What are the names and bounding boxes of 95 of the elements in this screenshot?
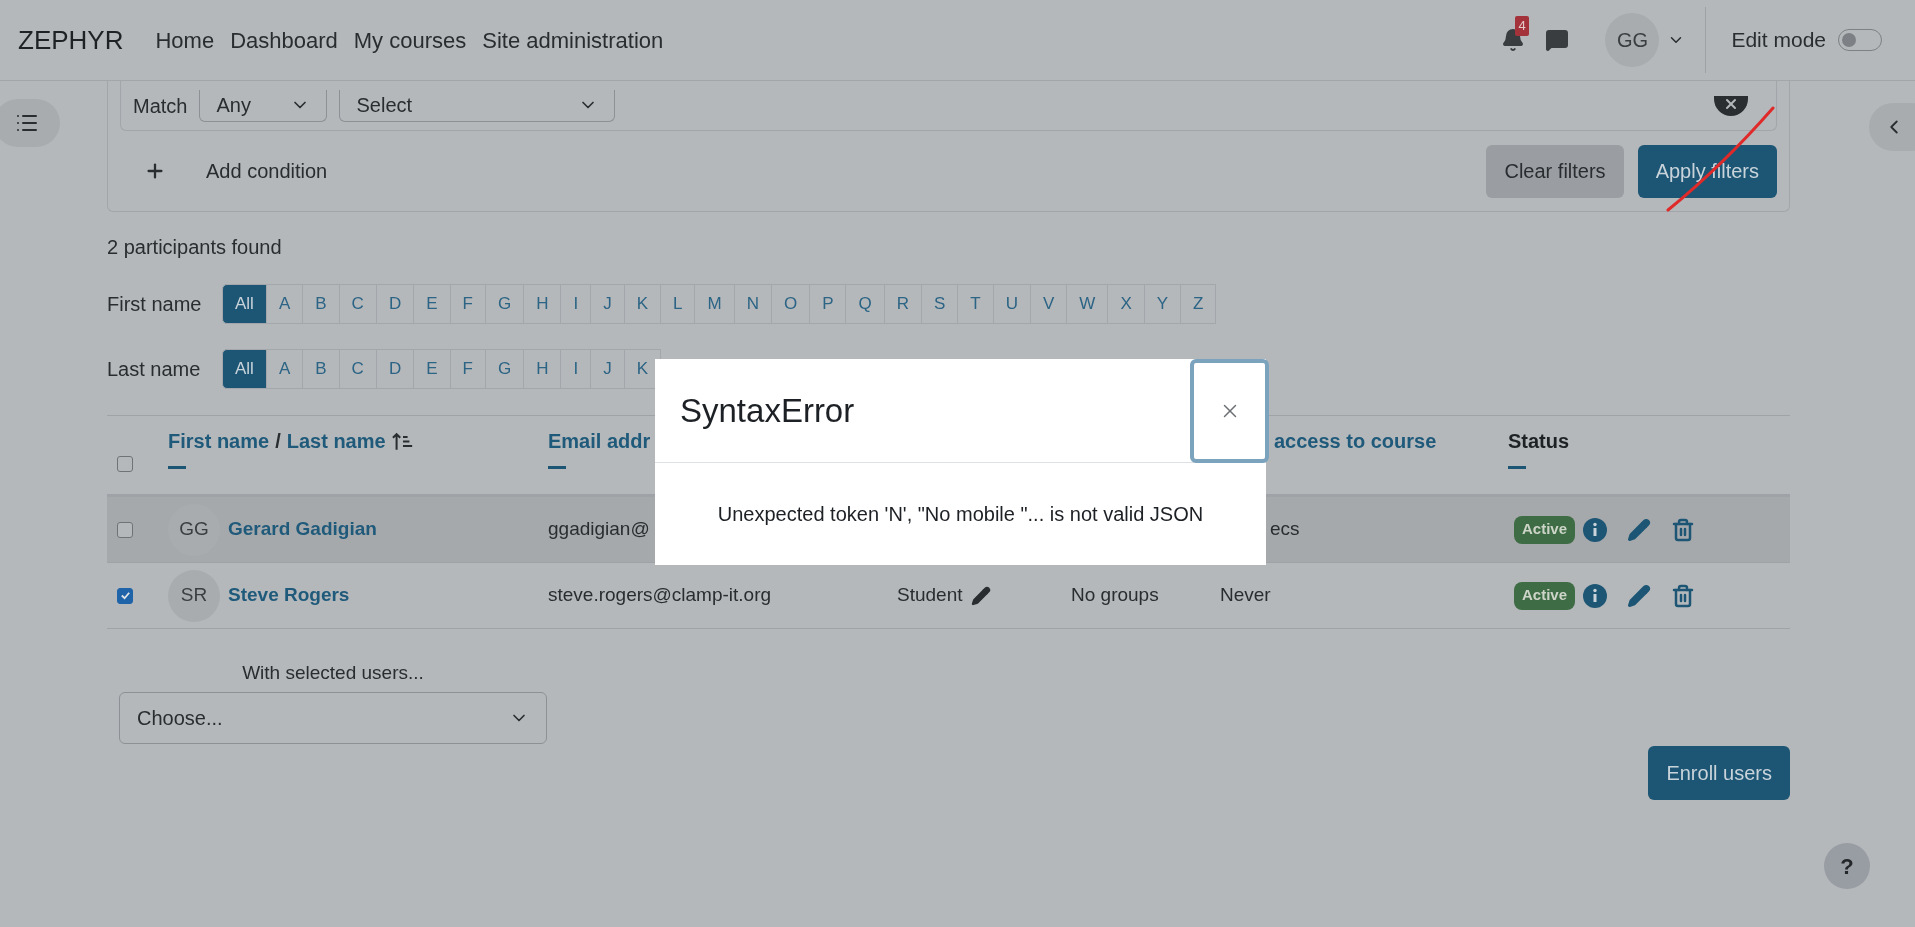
bulk-action-select[interactable]: Choose...: [119, 691, 547, 744]
letter-filter[interactable]: N: [733, 284, 772, 324]
nav-link[interactable]: Dashboard: [230, 23, 338, 57]
nav-link[interactable]: Home: [155, 23, 215, 57]
letter-filter[interactable]: E: [413, 349, 451, 389]
letter-filter[interactable]: M: [694, 284, 735, 324]
letter-filter[interactable]: C: [338, 284, 377, 324]
letter-filter[interactable]: R: [883, 284, 922, 324]
letter-filter[interactable]: I: [560, 284, 592, 324]
letter-filter[interactable]: A: [265, 349, 304, 389]
participants-count: 2 participants found: [107, 235, 283, 260]
sort-ascending-icon: [391, 431, 414, 451]
initials-label: Last name: [107, 357, 202, 382]
edit-icon[interactable]: [1627, 517, 1652, 542]
letter-filter[interactable]: Q: [845, 284, 885, 324]
letter-filter[interactable]: B: [302, 349, 340, 389]
select-all-checkbox[interactable]: [117, 456, 133, 472]
clear-filters-button[interactable]: Clear filters: [1486, 144, 1624, 198]
letter-filter[interactable]: S: [921, 284, 959, 324]
nav-link[interactable]: My courses: [353, 23, 467, 57]
letter-filter[interactable]: D: [375, 284, 415, 324]
column-header[interactable]: Email addr: [548, 430, 651, 452]
letter-filter[interactable]: W: [1066, 284, 1109, 324]
letter-filter[interactable]: T: [957, 284, 994, 324]
letter-filter[interactable]: G: [484, 349, 525, 389]
letter-filter[interactable]: P: [809, 284, 847, 324]
letter-filter[interactable]: Z: [1180, 284, 1217, 324]
bulk-action-label: With selected users...: [242, 661, 424, 685]
letter-filter[interactable]: I: [560, 349, 592, 389]
letter-filter[interactable]: U: [992, 284, 1031, 324]
initials-label: First name: [107, 292, 203, 317]
row-checkbox[interactable]: [117, 587, 133, 604]
edit-icon[interactable]: [1627, 583, 1652, 608]
delete-icon[interactable]: [1671, 517, 1696, 542]
dialog-message: Unexpected token 'N', "No mobile "... is not valid JSON: [716, 502, 1205, 527]
notification-count: 4: [1515, 16, 1529, 36]
separator-text: /: [275, 429, 281, 454]
letter-filter[interactable]: All: [222, 349, 267, 389]
apply-filters-button[interactable]: Apply filters: [1637, 144, 1777, 198]
match-select[interactable]: Any: [199, 89, 328, 122]
checkmark-icon: [119, 590, 131, 601]
row-checkbox[interactable]: [117, 521, 133, 538]
letter-filter[interactable]: L: [660, 284, 696, 324]
status-badge: Active: [1514, 515, 1576, 544]
enroll-users-button[interactable]: Enroll users: [1648, 745, 1790, 800]
letter-filter[interactable]: A: [265, 284, 304, 324]
messages-icon[interactable]: [1545, 28, 1570, 52]
letter-filter[interactable]: G: [484, 284, 525, 324]
groups-text: No groups: [1071, 584, 1159, 606]
user-avatar: SR: [168, 569, 220, 622]
condition-select[interactable]: Select: [339, 89, 616, 122]
status-badge: Active: [1514, 581, 1576, 610]
letter-filter[interactable]: E: [413, 284, 451, 324]
letter-filter[interactable]: F: [449, 284, 486, 324]
brand-logo[interactable]: ZEPHYR: [18, 20, 124, 60]
email-text: ggadigian@: [548, 518, 650, 540]
letter-filter[interactable]: B: [302, 284, 340, 324]
match-label: Match: [133, 93, 188, 119]
letter-filter[interactable]: H: [523, 284, 562, 324]
letter-filter[interactable]: All: [222, 284, 267, 324]
letter-filter[interactable]: F: [449, 349, 486, 389]
letter-filter[interactable]: D: [375, 349, 415, 389]
drawer-toggle[interactable]: [0, 99, 60, 147]
letter-filter[interactable]: X: [1107, 284, 1145, 324]
last-access-text: ecs: [1270, 518, 1300, 540]
letter-filter[interactable]: K: [623, 284, 661, 324]
sort-link[interactable]: First name: [168, 426, 270, 456]
add-condition-link[interactable]: Add condition: [206, 156, 328, 186]
email-text: steve.rogers@clamp-it.org: [548, 584, 772, 606]
role-text: Student: [897, 583, 963, 608]
nav-link[interactable]: Site administration: [482, 23, 664, 57]
last-access-text: Never: [1220, 584, 1271, 606]
user-name-link[interactable]: Gerard Gadigian: [228, 515, 377, 544]
dialog-title: SyntaxError: [680, 390, 855, 431]
remove-condition-icon[interactable]: [1714, 95, 1748, 116]
help-button[interactable]: ?: [1824, 843, 1870, 889]
info-icon[interactable]: [1583, 583, 1608, 608]
info-icon[interactable]: [1583, 517, 1608, 542]
column-header: Status: [1508, 430, 1570, 452]
letter-filter[interactable]: H: [523, 349, 562, 389]
sort-link[interactable]: Last name: [286, 426, 386, 456]
letter-filter[interactable]: Y: [1143, 284, 1182, 324]
user-avatar[interactable]: GG: [1605, 13, 1660, 67]
column-header[interactable]: access to course: [1274, 430, 1437, 452]
edit-mode-label: Edit mode: [1731, 27, 1826, 54]
edit-icon[interactable]: [970, 585, 991, 606]
letter-filter[interactable]: J: [590, 349, 625, 389]
delete-icon[interactable]: [1671, 583, 1696, 608]
close-button[interactable]: [1190, 359, 1269, 463]
letter-filter[interactable]: V: [1030, 284, 1068, 324]
letter-filter[interactable]: J: [590, 284, 625, 324]
letter-filter[interactable]: O: [770, 284, 811, 324]
letter-filter[interactable]: C: [338, 349, 377, 389]
user-name-link[interactable]: Steve Rogers: [228, 581, 350, 610]
notifications-icon[interactable]: [1501, 28, 1526, 52]
